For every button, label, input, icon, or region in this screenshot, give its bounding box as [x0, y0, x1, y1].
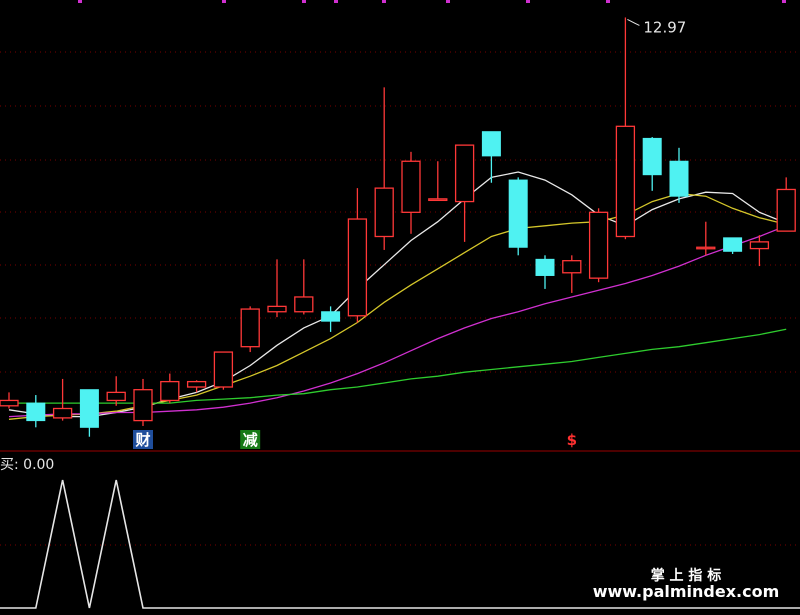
top-mark — [78, 0, 82, 3]
candle — [776, 177, 796, 232]
ma-line-3 — [8, 225, 787, 418]
candle — [749, 235, 770, 267]
top-mark — [222, 0, 226, 3]
candle — [133, 378, 153, 426]
candle — [454, 144, 475, 242]
candle — [267, 259, 287, 318]
candle — [52, 378, 73, 421]
ma-line-2 — [8, 192, 787, 420]
signal-marker: $ — [567, 431, 577, 449]
high-price-annotation: 12.97 — [627, 18, 686, 36]
top-mark — [526, 0, 530, 3]
top-mark — [382, 0, 386, 3]
candle — [106, 376, 126, 406]
candle — [79, 389, 99, 437]
high-price-label: 12.97 — [643, 18, 686, 36]
candle — [374, 87, 394, 250]
candle — [508, 177, 528, 256]
top-mark — [782, 0, 786, 3]
candle — [347, 188, 368, 323]
gridlines — [0, 51, 800, 373]
chart-canvas: 12.97 财减 $ 买: 0.00 掌 上 指 标 www.palmindex.… — [0, 0, 800, 609]
top-mark — [446, 0, 450, 3]
candle — [562, 255, 582, 293]
candle — [0, 392, 19, 409]
svg-text:财: 财 — [135, 431, 150, 449]
svg-text:$: $ — [567, 431, 577, 449]
candle — [723, 237, 743, 254]
signal-markers: 财 减 $ — [133, 430, 577, 449]
moving-average-lines — [8, 171, 787, 420]
candle — [588, 208, 609, 283]
candle — [642, 137, 662, 191]
candle — [294, 259, 314, 315]
candle — [696, 221, 716, 256]
watermark-url: www.palmindex.com — [593, 582, 780, 601]
top-mark — [334, 0, 338, 3]
candle — [401, 151, 421, 234]
signal-marker: 财 — [133, 430, 153, 449]
candle — [669, 147, 689, 203]
top-edge-marks — [78, 0, 786, 3]
candle — [615, 17, 636, 240]
top-mark — [606, 0, 610, 3]
candle — [240, 306, 260, 353]
signal-marker: 减 — [240, 430, 261, 449]
indicator-label: 买: 0.00 — [0, 457, 54, 473]
candle — [160, 373, 180, 404]
candle — [428, 161, 448, 202]
candle — [26, 395, 46, 428]
svg-text:减: 减 — [243, 431, 258, 449]
candlesticks — [0, 17, 796, 437]
top-mark — [302, 0, 306, 3]
candle — [535, 255, 555, 289]
candle — [213, 351, 234, 390]
candle — [481, 131, 501, 183]
